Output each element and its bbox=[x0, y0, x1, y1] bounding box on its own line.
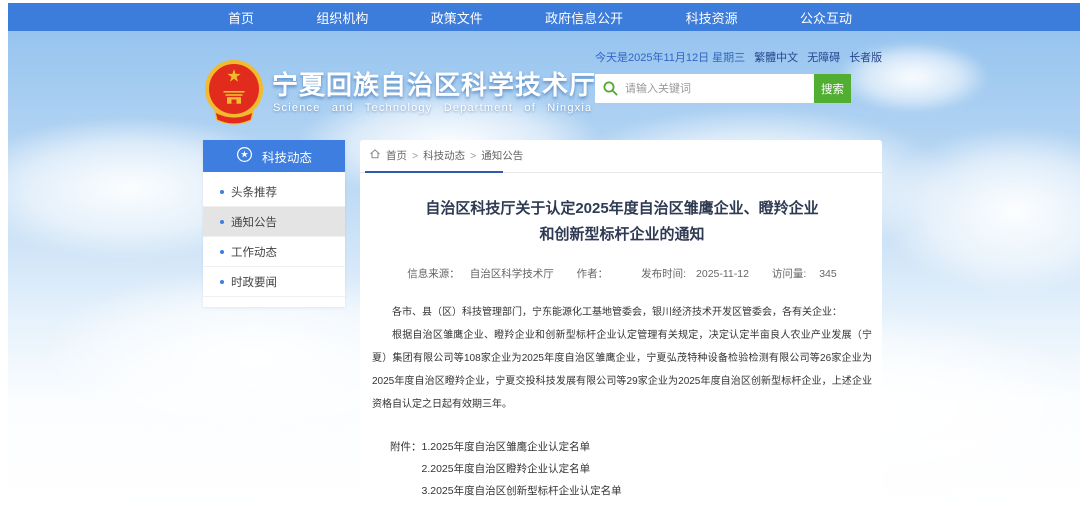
breadcrumb-separator: > bbox=[470, 150, 476, 162]
search-icon bbox=[602, 80, 619, 97]
link-elderly-version[interactable]: 长者版 bbox=[849, 49, 882, 65]
meta-author: 作者： bbox=[572, 268, 624, 280]
meta-publish-time: 发布时间:2025-11-12 bbox=[636, 268, 754, 280]
attachment-link[interactable]: 2.2025年度自治区瞪羚企业认定名单 bbox=[422, 458, 622, 480]
sidebar-item-work-updates[interactable]: 工作动态 bbox=[203, 237, 345, 267]
breadcrumb-notices[interactable]: 通知公告 bbox=[481, 148, 523, 163]
nav-item-public-interaction[interactable]: 公众互动 bbox=[792, 8, 860, 27]
bullet-icon bbox=[220, 190, 224, 194]
sidebar-item-notices[interactable]: 通知公告 bbox=[203, 207, 345, 237]
nav-items: 首页 组织机构 政策文件 政府信息公开 科技资源 公众互动 bbox=[220, 3, 860, 31]
attachment-link[interactable]: 1.2025年度自治区雏鹰企业认定名单 bbox=[422, 436, 622, 458]
current-date: 今天是2025年11月12日 星期三 bbox=[595, 49, 745, 65]
bullet-icon bbox=[220, 220, 224, 224]
utility-links: 繁體中文 无障碍 长者版 bbox=[745, 49, 882, 65]
meta-visits: 访问量: 345 bbox=[767, 268, 842, 280]
site-subtitle: Science and Technology Department of Nin… bbox=[273, 102, 592, 114]
bullet-icon bbox=[220, 280, 224, 284]
nav-item-gov-info-disclosure[interactable]: 政府信息公开 bbox=[537, 8, 631, 27]
sidebar-header: 科技动态 bbox=[203, 140, 345, 172]
attachment-link[interactable]: 3.2025年度自治区创新型标杆企业认定名单 bbox=[422, 480, 622, 502]
attachments-label: 附件： bbox=[390, 436, 422, 502]
breadcrumb-sci-tech-news[interactable]: 科技动态 bbox=[423, 148, 465, 163]
breadcrumb: 首页 > 科技动态 > 通知公告 bbox=[360, 140, 882, 171]
meta-source: 信息来源：自治区科学技术厅 bbox=[402, 268, 559, 280]
search-input[interactable] bbox=[595, 74, 814, 103]
paragraph: 根据自治区雏鹰企业、瞪羚企业和创新型标杆企业认定管理有关规定，决定认定半亩良人农… bbox=[372, 324, 872, 416]
sidebar-item-label: 通知公告 bbox=[231, 214, 277, 230]
breadcrumb-separator: > bbox=[412, 150, 418, 162]
article-meta: 信息来源：自治区科学技术厅 作者： 发布时间:2025-11-12 访问量: 3… bbox=[372, 266, 872, 281]
sidebar: 科技动态 头条推荐 通知公告 工作动态 时政要闻 bbox=[203, 140, 345, 307]
article: 自治区科技厅关于认定2025年度自治区雏鹰企业、瞪羚企业和创新型标杆企业的通知 … bbox=[360, 173, 882, 502]
site-title: 宁夏回族自治区科学技术厅 bbox=[272, 65, 596, 102]
link-accessibility[interactable]: 无障碍 bbox=[807, 49, 840, 65]
main-content-panel: 首页 > 科技动态 > 通知公告 自治区科技厅关于认定2025年度自治区雏鹰企业… bbox=[360, 140, 882, 513]
article-body: 各市、县（区）科技管理部门，宁东能源化工基地管委会，银川经济技术开发区管委会，各… bbox=[372, 301, 872, 416]
sidebar-item-label: 时政要闻 bbox=[231, 274, 277, 290]
breadcrumb-home[interactable]: 首页 bbox=[386, 148, 407, 163]
sidebar-item-label: 工作动态 bbox=[231, 244, 277, 260]
nav-item-home[interactable]: 首页 bbox=[220, 8, 262, 27]
search-button[interactable]: 搜索 bbox=[814, 74, 851, 103]
link-traditional-chinese[interactable]: 繁體中文 bbox=[754, 49, 798, 65]
breadcrumb-divider bbox=[360, 171, 882, 173]
attachments: 附件： 1.2025年度自治区雏鹰企业认定名单 2.2025年度自治区瞪羚企业认… bbox=[390, 436, 872, 502]
sidebar-menu: 头条推荐 通知公告 工作动态 时政要闻 bbox=[203, 172, 345, 297]
paragraph: 各市、县（区）科技管理部门，宁东能源化工基地管委会，银川经济技术开发区管委会，各… bbox=[372, 301, 872, 324]
sidebar-item-headlines[interactable]: 头条推荐 bbox=[203, 177, 345, 207]
header-utility-row: 今天是2025年11月12日 星期三 繁體中文 无障碍 长者版 bbox=[595, 50, 875, 64]
home-icon bbox=[369, 148, 381, 163]
sidebar-item-current-politics[interactable]: 时政要闻 bbox=[203, 267, 345, 297]
top-nav-bar: 首页 组织机构 政策文件 政府信息公开 科技资源 公众互动 bbox=[8, 3, 1080, 31]
attachment-list: 1.2025年度自治区雏鹰企业认定名单 2.2025年度自治区瞪羚企业认定名单 … bbox=[422, 436, 622, 502]
bullet-icon bbox=[220, 250, 224, 254]
sidebar-title: 科技动态 bbox=[262, 147, 312, 166]
sidebar-item-label: 头条推荐 bbox=[231, 184, 277, 200]
nav-item-organization[interactable]: 组织机构 bbox=[308, 8, 376, 27]
nav-item-policy-documents[interactable]: 政策文件 bbox=[423, 8, 491, 27]
national-emblem-logo bbox=[202, 59, 266, 127]
article-title: 自治区科技厅关于认定2025年度自治区雏鹰企业、瞪羚企业和创新型标杆企业的通知 bbox=[421, 196, 823, 248]
nav-item-sci-tech-resources[interactable]: 科技资源 bbox=[678, 8, 746, 27]
compass-star-icon bbox=[236, 146, 253, 166]
